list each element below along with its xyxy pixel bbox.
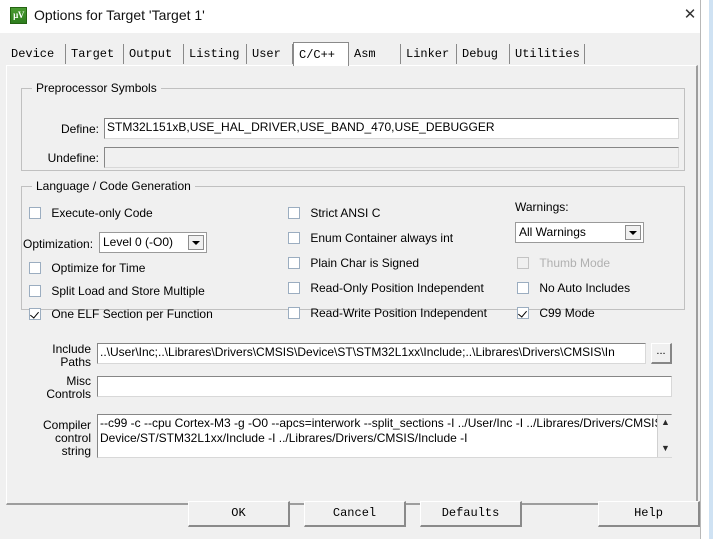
- checkbox-label: C99 Mode: [539, 306, 595, 320]
- window-title: Options for Target 'Target 1': [34, 7, 205, 23]
- optimization-select[interactable]: Level 0 (-O0): [99, 232, 207, 253]
- compiler-control-string-textarea[interactable]: --c99 -c --cpu Cortex-M3 -g -O0 --apcs=i…: [97, 414, 672, 458]
- misc-controls-input[interactable]: [97, 376, 672, 397]
- checkbox-optimize-for-time[interactable]: Optimize for Time: [29, 261, 145, 277]
- checkbox-box: [288, 257, 300, 269]
- checkbox-box: [288, 307, 300, 319]
- define-input[interactable]: STM32L151xB,USE_HAL_DRIVER,USE_BAND_470,…: [104, 118, 679, 139]
- tab-asm[interactable]: Asm: [349, 44, 401, 64]
- checkbox-box: [288, 232, 300, 244]
- preprocessor-symbols-title: Preprocessor Symbols: [32, 81, 161, 95]
- compiler-control-string-label-line1: Compiler: [42, 418, 91, 432]
- checkbox-box: [517, 257, 529, 269]
- checkbox-no-auto-includes[interactable]: No Auto Includes: [517, 281, 630, 297]
- checkbox-box: [29, 285, 41, 297]
- checkbox-label: No Auto Includes: [539, 281, 631, 295]
- checkbox-one-elf-section-per-function[interactable]: One ELF Section per Function: [29, 307, 213, 323]
- tab-device[interactable]: Device: [6, 44, 66, 64]
- checkbox-label: Thumb Mode: [539, 256, 611, 270]
- tab-page-c-cpp: Preprocessor Symbols Define: STM32L151xB…: [6, 65, 698, 505]
- checkbox-box: [517, 282, 529, 294]
- checkbox-thumb-mode: Thumb Mode: [517, 256, 610, 272]
- optimization-value: Level 0 (-O0): [103, 235, 174, 249]
- options-dialog: µV Options for Target 'Target 1' ✕ Devic…: [0, 0, 713, 539]
- cancel-button[interactable]: Cancel: [304, 501, 406, 527]
- compiler-control-string-label-line2: control: [54, 431, 91, 445]
- checkbox-box: [29, 262, 41, 274]
- ok-button[interactable]: OK: [188, 501, 290, 527]
- checkbox-label: Optimize for Time: [51, 261, 146, 275]
- include-paths-browse-button[interactable]: ...: [651, 343, 672, 364]
- warnings-select[interactable]: All Warnings: [515, 222, 644, 243]
- scroll-up-icon[interactable]: ▲: [658, 415, 673, 430]
- tab-output[interactable]: Output: [124, 44, 184, 64]
- tab-linker[interactable]: Linker: [401, 44, 457, 64]
- scroll-down-icon[interactable]: ▼: [658, 441, 673, 456]
- compiler-control-string-scrollbar[interactable]: ▲ ▼: [657, 415, 672, 457]
- checkbox-box: [288, 282, 300, 294]
- tab-debug[interactable]: Debug: [457, 44, 510, 64]
- chevron-down-icon[interactable]: [188, 235, 204, 250]
- help-button[interactable]: Help: [598, 501, 700, 527]
- tab-c-cpp[interactable]: C/C++: [293, 42, 349, 66]
- checkbox-label: Enum Container always int: [310, 231, 454, 245]
- undefine-label: Undefine:: [47, 151, 99, 165]
- tab-listing[interactable]: Listing: [184, 44, 247, 64]
- checkbox-box: [29, 207, 41, 219]
- warnings-value: All Warnings: [519, 225, 586, 239]
- desktop-accent-strip: [709, 0, 713, 539]
- tab-target[interactable]: Target: [66, 44, 124, 64]
- tab-utilities[interactable]: Utilities: [510, 44, 585, 64]
- title-bar: µV Options for Target 'Target 1' ✕: [0, 0, 713, 33]
- include-paths-label-line1: Include: [52, 342, 91, 356]
- checkbox-label: Plain Char is Signed: [310, 256, 420, 270]
- checkbox-label: Strict ANSI C: [310, 206, 381, 220]
- checkbox-split-load-and-store-multiple[interactable]: Split Load and Store Multiple: [29, 284, 205, 300]
- compiler-control-string-label-line3: string: [61, 444, 91, 458]
- checkbox-label: One ELF Section per Function: [51, 307, 213, 321]
- checkbox-read-only-position-independent[interactable]: Read-Only Position Independent: [288, 281, 484, 297]
- misc-controls-label-line2: Controls: [46, 387, 91, 401]
- checkbox-strict-ansi-c[interactable]: Strict ANSI C: [288, 206, 380, 222]
- warnings-label: Warnings:: [515, 200, 569, 214]
- checkbox-box: [288, 207, 300, 219]
- checkbox-label: Execute-only Code: [51, 206, 153, 220]
- checkbox-plain-char-is-signed[interactable]: Plain Char is Signed: [288, 256, 419, 272]
- checkbox-c99-mode[interactable]: C99 Mode: [517, 306, 595, 322]
- checkbox-label: Read-Write Position Independent: [310, 306, 487, 320]
- checkbox-box: [29, 308, 41, 320]
- tab-strip: Device Target Output Listing User C/C++ …: [6, 42, 706, 66]
- checkbox-read-write-position-independent[interactable]: Read-Write Position Independent: [288, 306, 487, 322]
- checkbox-label: Split Load and Store Multiple: [51, 284, 205, 298]
- right-edge-gap: [701, 0, 709, 539]
- language-code-generation-title: Language / Code Generation: [32, 179, 195, 193]
- chevron-down-icon[interactable]: [625, 225, 641, 240]
- uvision-logo-icon: µV: [10, 7, 27, 24]
- optimization-label: Optimization:: [23, 237, 94, 251]
- tab-user[interactable]: User: [247, 44, 293, 64]
- checkbox-label: Read-Only Position Independent: [310, 281, 484, 295]
- define-label: Define:: [60, 122, 99, 136]
- checkbox-box: [517, 307, 529, 319]
- defaults-button[interactable]: Defaults: [420, 501, 522, 527]
- checkbox-enum-container-always-int[interactable]: Enum Container always int: [288, 231, 453, 247]
- undefine-input[interactable]: [104, 147, 679, 168]
- checkbox-execute-only-code[interactable]: Execute-only Code: [29, 206, 153, 222]
- dialog-right-border: [700, 0, 701, 539]
- include-paths-label-line2: Paths: [60, 355, 91, 369]
- misc-controls-label-line1: Misc: [66, 374, 91, 388]
- include-paths-input[interactable]: ..\User\Inc;..\Librares\Drivers\CMSIS\De…: [97, 343, 646, 364]
